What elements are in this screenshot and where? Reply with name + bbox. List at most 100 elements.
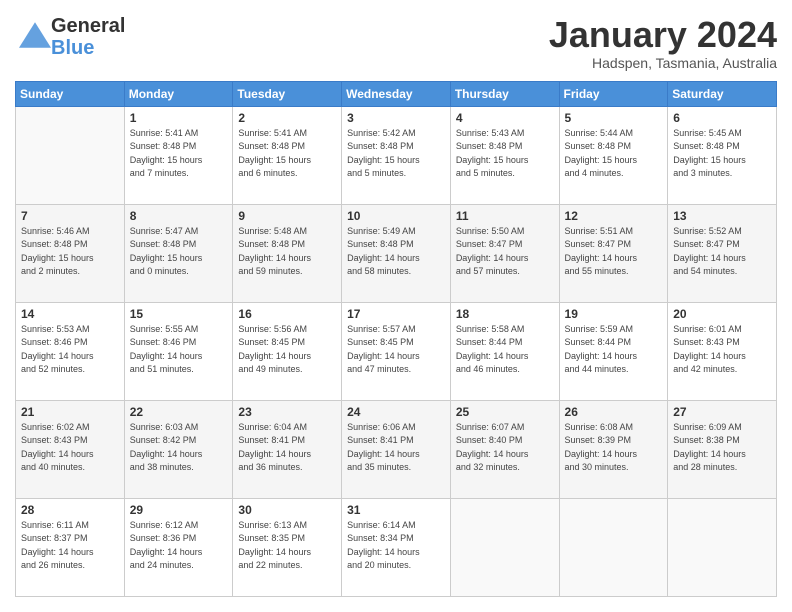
calendar-cell: 28 Sunrise: 6:11 AM Sunset: 8:37 PM Dayli… [16,498,125,596]
calendar-week-row: 28 Sunrise: 6:11 AM Sunset: 8:37 PM Dayli… [16,498,777,596]
weekday-header: Wednesday [342,81,451,106]
calendar-cell: 10 Sunrise: 5:49 AM Sunset: 8:48 PM Dayli… [342,204,451,302]
day-info: Sunrise: 6:02 AM Sunset: 8:43 PM Dayligh… [21,421,119,475]
header: General Blue January 2024 Hadspen, Tasma… [15,15,777,71]
day-number: 15 [130,307,228,321]
calendar-cell: 1 Sunrise: 5:41 AM Sunset: 8:48 PM Daylig… [124,106,233,204]
day-info: Sunrise: 6:08 AM Sunset: 8:39 PM Dayligh… [565,421,663,475]
day-number: 25 [456,405,554,419]
day-number: 6 [673,111,771,125]
day-number: 19 [565,307,663,321]
day-number: 13 [673,209,771,223]
calendar-cell: 30 Sunrise: 6:13 AM Sunset: 8:35 PM Dayli… [233,498,342,596]
day-info: Sunrise: 5:50 AM Sunset: 8:47 PM Dayligh… [456,225,554,279]
calendar-week-row: 14Sunrise: 5:53 AM Sunset: 8:46 PM Dayli… [16,302,777,400]
day-info: Sunrise: 5:59 AM Sunset: 8:44 PM Dayligh… [565,323,663,377]
day-number: 12 [565,209,663,223]
calendar-table: SundayMondayTuesdayWednesdayThursdayFrid… [15,81,777,597]
day-number: 27 [673,405,771,419]
calendar-cell: 12 Sunrise: 5:51 AM Sunset: 8:47 PM Dayli… [559,204,668,302]
calendar-cell: 16 Sunrise: 5:56 AM Sunset: 8:45 PM Dayli… [233,302,342,400]
day-number: 9 [238,209,336,223]
day-info: Sunrise: 6:09 AM Sunset: 8:38 PM Dayligh… [673,421,771,475]
day-info: Sunrise: 5:55 AM Sunset: 8:46 PM Dayligh… [130,323,228,377]
calendar-cell: 9 Sunrise: 5:48 AM Sunset: 8:48 PM Daylig… [233,204,342,302]
day-number: 31 [347,503,445,517]
day-info: Sunrise: 6:13 AM Sunset: 8:35 PM Dayligh… [238,519,336,573]
day-info: Sunrise: 6:12 AM Sunset: 8:36 PM Dayligh… [130,519,228,573]
calendar-cell: 13Sunrise: 5:52 AM Sunset: 8:47 PM Dayli… [668,204,777,302]
calendar-cell: 8 Sunrise: 5:47 AM Sunset: 8:48 PM Daylig… [124,204,233,302]
day-info: Sunrise: 6:14 AM Sunset: 8:34 PM Dayligh… [347,519,445,573]
day-info: Sunrise: 5:53 AM Sunset: 8:46 PM Dayligh… [21,323,119,377]
calendar-cell: 14Sunrise: 5:53 AM Sunset: 8:46 PM Dayli… [16,302,125,400]
day-number: 21 [21,405,119,419]
day-number: 4 [456,111,554,125]
day-info: Sunrise: 6:03 AM Sunset: 8:42 PM Dayligh… [130,421,228,475]
day-info: Sunrise: 5:47 AM Sunset: 8:48 PM Dayligh… [130,225,228,279]
day-info: Sunrise: 5:41 AM Sunset: 8:48 PM Dayligh… [130,127,228,181]
day-number: 1 [130,111,228,125]
day-number: 18 [456,307,554,321]
day-number: 10 [347,209,445,223]
day-info: Sunrise: 5:41 AM Sunset: 8:48 PM Dayligh… [238,127,336,181]
day-info: Sunrise: 5:45 AM Sunset: 8:48 PM Dayligh… [673,127,771,181]
weekday-header: Friday [559,81,668,106]
calendar-cell: 24Sunrise: 6:06 AM Sunset: 8:41 PM Dayli… [342,400,451,498]
calendar-week-row: 1 Sunrise: 5:41 AM Sunset: 8:48 PM Daylig… [16,106,777,204]
calendar-cell: 20 Sunrise: 6:01 AM Sunset: 8:43 PM Dayli… [668,302,777,400]
calendar-cell: 25 Sunrise: 6:07 AM Sunset: 8:40 PM Dayli… [450,400,559,498]
weekday-header: Tuesday [233,81,342,106]
day-number: 29 [130,503,228,517]
calendar-cell: 2 Sunrise: 5:41 AM Sunset: 8:48 PM Daylig… [233,106,342,204]
day-number: 26 [565,405,663,419]
day-number: 16 [238,307,336,321]
calendar-cell: 18Sunrise: 5:58 AM Sunset: 8:44 PM Dayli… [450,302,559,400]
month-title: January 2024 [549,15,777,55]
calendar-week-row: 21 Sunrise: 6:02 AM Sunset: 8:43 PM Dayli… [16,400,777,498]
day-info: Sunrise: 6:04 AM Sunset: 8:41 PM Dayligh… [238,421,336,475]
day-number: 28 [21,503,119,517]
day-number: 8 [130,209,228,223]
day-number: 5 [565,111,663,125]
day-info: Sunrise: 6:01 AM Sunset: 8:43 PM Dayligh… [673,323,771,377]
page: General Blue January 2024 Hadspen, Tasma… [0,0,792,612]
weekday-header: Thursday [450,81,559,106]
calendar-cell: 27 Sunrise: 6:09 AM Sunset: 8:38 PM Dayli… [668,400,777,498]
weekday-header-row: SundayMondayTuesdayWednesdayThursdayFrid… [16,81,777,106]
calendar-cell: 26 Sunrise: 6:08 AM Sunset: 8:39 PM Dayli… [559,400,668,498]
day-number: 23 [238,405,336,419]
logo-blue: Blue [51,37,125,59]
day-number: 30 [238,503,336,517]
calendar-cell: 5Sunrise: 5:44 AM Sunset: 8:48 PM Daylig… [559,106,668,204]
weekday-header: Monday [124,81,233,106]
day-number: 20 [673,307,771,321]
location: Hadspen, Tasmania, Australia [549,55,777,71]
day-number: 11 [456,209,554,223]
calendar-cell: 3Sunrise: 5:42 AM Sunset: 8:48 PM Daylig… [342,106,451,204]
calendar-cell: 4 Sunrise: 5:43 AM Sunset: 8:48 PM Daylig… [450,106,559,204]
calendar-cell: 21 Sunrise: 6:02 AM Sunset: 8:43 PM Dayli… [16,400,125,498]
day-info: Sunrise: 6:07 AM Sunset: 8:40 PM Dayligh… [456,421,554,475]
day-info: Sunrise: 5:43 AM Sunset: 8:48 PM Dayligh… [456,127,554,181]
day-info: Sunrise: 5:42 AM Sunset: 8:48 PM Dayligh… [347,127,445,181]
logo-general: General [51,15,125,37]
day-number: 24 [347,405,445,419]
calendar-cell: 15 Sunrise: 5:55 AM Sunset: 8:46 PM Dayli… [124,302,233,400]
day-info: Sunrise: 6:11 AM Sunset: 8:37 PM Dayligh… [21,519,119,573]
calendar-cell [450,498,559,596]
day-number: 2 [238,111,336,125]
day-info: Sunrise: 5:49 AM Sunset: 8:48 PM Dayligh… [347,225,445,279]
calendar-cell [668,498,777,596]
calendar-cell [559,498,668,596]
weekday-header: Saturday [668,81,777,106]
weekday-header: Sunday [16,81,125,106]
calendar-cell: 22 Sunrise: 6:03 AM Sunset: 8:42 PM Dayli… [124,400,233,498]
day-info: Sunrise: 5:48 AM Sunset: 8:48 PM Dayligh… [238,225,336,279]
day-number: 22 [130,405,228,419]
calendar-cell: 11 Sunrise: 5:50 AM Sunset: 8:47 PM Dayli… [450,204,559,302]
day-number: 17 [347,307,445,321]
day-info: Sunrise: 5:51 AM Sunset: 8:47 PM Dayligh… [565,225,663,279]
day-info: Sunrise: 5:56 AM Sunset: 8:45 PM Dayligh… [238,323,336,377]
calendar-cell: 7Sunrise: 5:46 AM Sunset: 8:48 PM Daylig… [16,204,125,302]
